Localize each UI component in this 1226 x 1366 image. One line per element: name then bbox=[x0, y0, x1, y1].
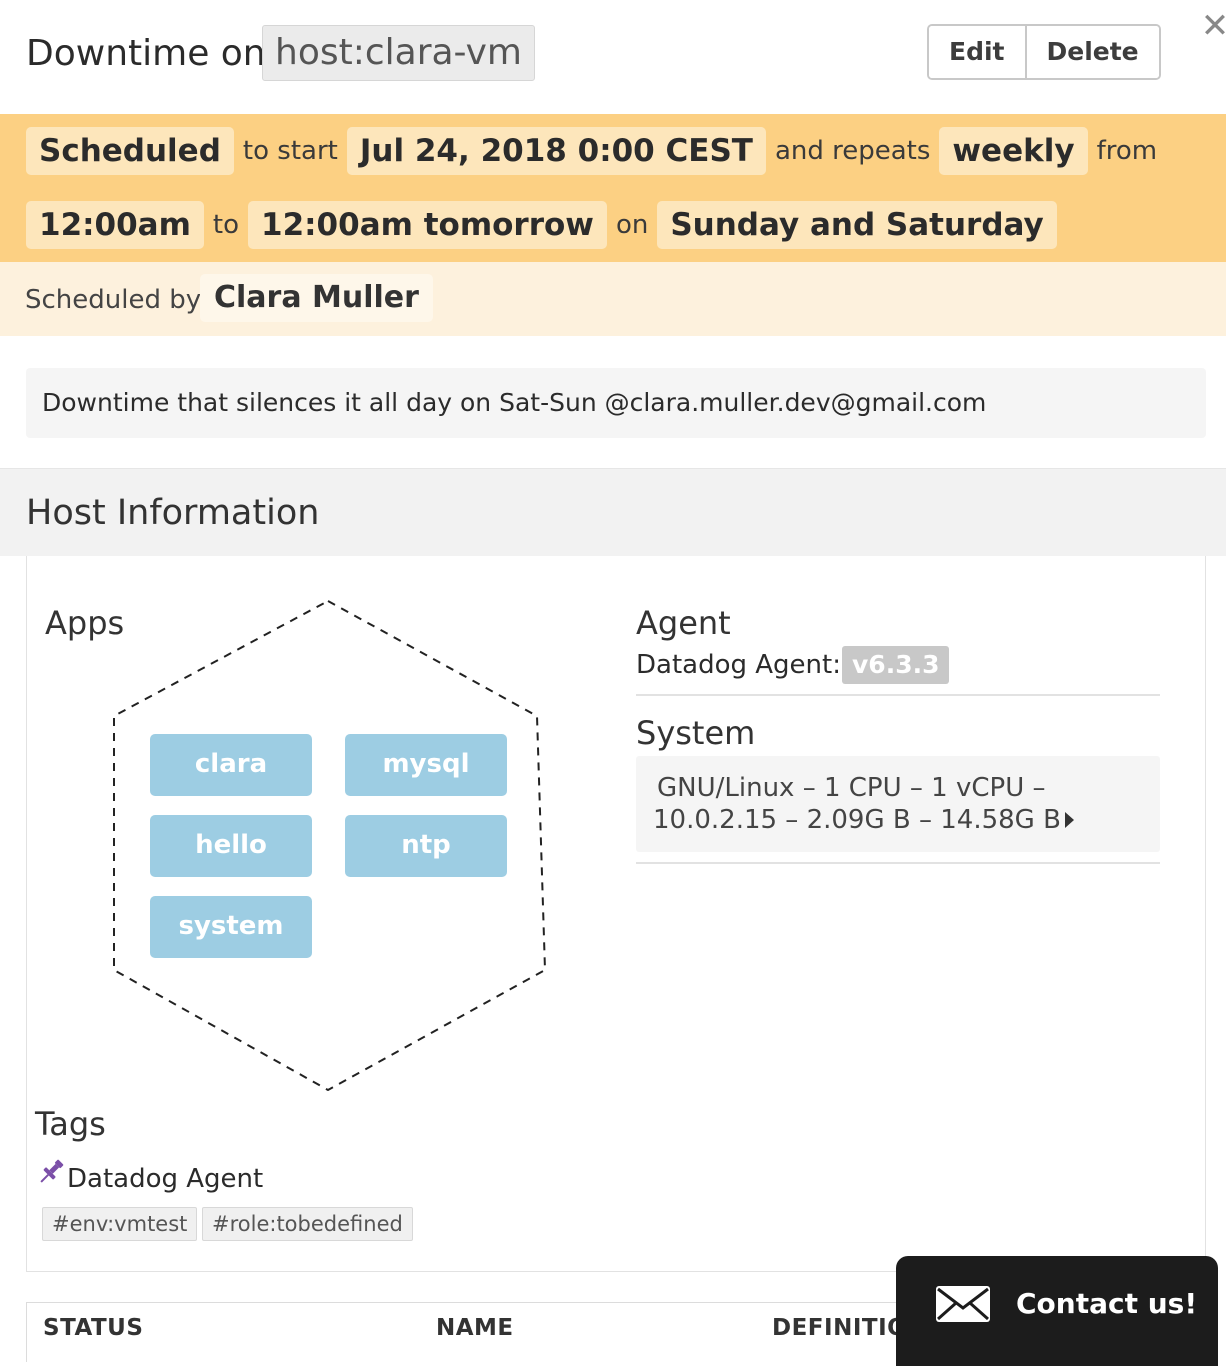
divider bbox=[636, 694, 1160, 696]
agent-title: Agent bbox=[636, 604, 731, 642]
scheduled-by-name: Clara Muller bbox=[200, 274, 433, 322]
pin-icon bbox=[40, 1159, 64, 1183]
agent-version-badge: v6.3.3 bbox=[842, 646, 950, 684]
to-time-chip: 12:00am tomorrow bbox=[248, 201, 607, 249]
schedule-row-2: 12:00am to 12:00am tomorrow on Sunday an… bbox=[26, 201, 1057, 249]
frequency-chip: weekly bbox=[939, 127, 1088, 175]
downtime-scope-badge: host:clara-vm bbox=[262, 25, 535, 81]
days-chip: Sunday and Saturday bbox=[657, 201, 1057, 249]
to-start-text: to start bbox=[242, 136, 338, 166]
start-date-chip: Jul 24, 2018 0:00 CEST bbox=[346, 127, 766, 175]
system-info-line: GNU/Linux – 1 CPU – 1 vCPU – bbox=[657, 773, 1046, 803]
app-chip[interactable]: hello bbox=[150, 815, 312, 877]
system-info-line: 10.0.2.15 – 2.09G B – 14.58G B bbox=[653, 805, 1061, 835]
status-chip: Scheduled bbox=[26, 127, 234, 175]
app-chip[interactable]: system bbox=[150, 896, 312, 958]
scheduled-by-label: Scheduled by bbox=[25, 285, 202, 315]
app-chip[interactable]: clara bbox=[150, 734, 312, 796]
column-header-name[interactable]: NAME bbox=[436, 1312, 514, 1344]
downtime-message: Downtime that silences it all day on Sat… bbox=[42, 388, 987, 417]
delete-button[interactable]: Delete bbox=[1024, 26, 1159, 78]
page-title: Downtime on bbox=[26, 33, 266, 74]
column-header-status[interactable]: STATUS bbox=[43, 1312, 143, 1344]
edit-button[interactable]: Edit bbox=[929, 26, 1025, 78]
column-header-definition[interactable]: DEFINITIO bbox=[772, 1312, 907, 1344]
mail-icon[interactable] bbox=[934, 1284, 992, 1324]
agent-label: Datadog Agent: bbox=[636, 650, 841, 680]
system-title: System bbox=[636, 714, 756, 752]
caret-right-icon[interactable] bbox=[1065, 812, 1074, 828]
close-icon[interactable]: ✕ bbox=[1200, 6, 1226, 46]
tag-chip[interactable]: #role:tobedefined bbox=[202, 1207, 413, 1241]
to-text: to bbox=[212, 210, 240, 240]
repeats-text: and repeats bbox=[774, 136, 931, 166]
contact-us-label[interactable]: Contact us! bbox=[1016, 1286, 1197, 1322]
app-chip[interactable]: ntp bbox=[345, 815, 507, 877]
tag-chip[interactable]: #env:vmtest bbox=[42, 1207, 198, 1241]
tag-source-label: Datadog Agent bbox=[67, 1164, 264, 1194]
from-time-chip: 12:00am bbox=[26, 201, 204, 249]
on-text: on bbox=[615, 210, 649, 240]
tags-title: Tags bbox=[35, 1105, 106, 1143]
from-text: from bbox=[1096, 136, 1158, 166]
action-button-group: Edit Delete bbox=[927, 24, 1161, 80]
schedule-row-1: Scheduled to start Jul 24, 2018 0:00 CES… bbox=[26, 127, 1166, 175]
divider bbox=[636, 862, 1160, 864]
host-info-title: Host Information bbox=[26, 493, 320, 533]
app-chip[interactable]: mysql bbox=[345, 734, 507, 796]
